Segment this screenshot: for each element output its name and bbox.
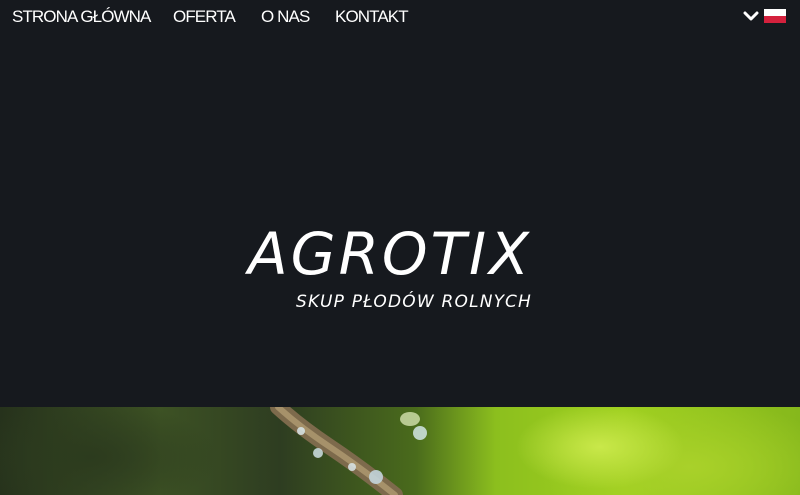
main-navigation: STRONA GŁÓWNA OFERTA O NAS KONTAKT: [0, 0, 800, 34]
poland-flag-icon: [764, 9, 786, 23]
nav-item-about[interactable]: O NAS: [261, 7, 310, 27]
logo-title: AGROTIX: [248, 220, 532, 288]
language-switcher[interactable]: [743, 9, 786, 23]
logo-tagline: SKUP PŁODÓW ROLNYCH: [296, 292, 533, 312]
chevron-down-icon: [743, 11, 759, 21]
nav-item-home[interactable]: STRONA GŁÓWNA: [12, 7, 151, 27]
nav-item-offer[interactable]: OFERTA: [173, 7, 236, 27]
nav-item-contact[interactable]: KONTAKT: [335, 7, 409, 27]
hero-photo: [0, 407, 800, 495]
plant-stem-image: [270, 407, 427, 495]
